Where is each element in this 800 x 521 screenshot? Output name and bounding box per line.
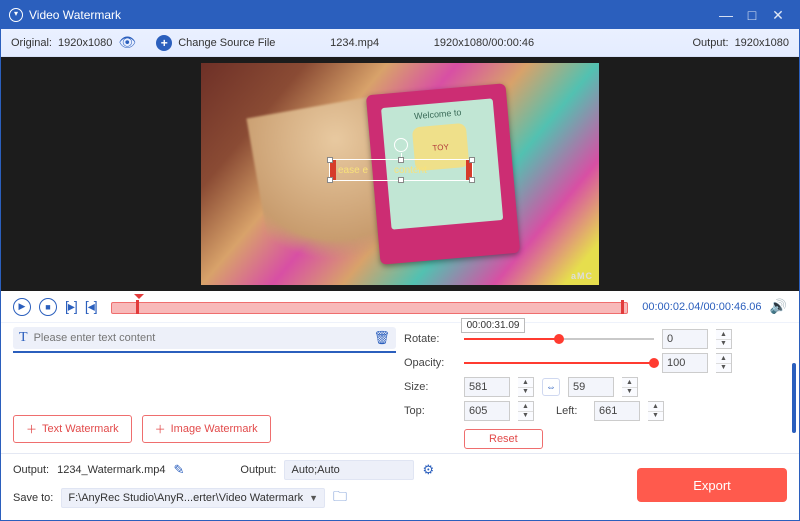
stop-button[interactable]: ■ <box>39 298 57 316</box>
save-to-label: Save to: <box>13 492 53 504</box>
chevron-down-icon: ▼ <box>309 493 318 503</box>
range-end-handle[interactable] <box>618 296 628 316</box>
left-stepper[interactable]: ▲▼ <box>648 401 664 421</box>
current-time: 00:00:02.04 <box>642 301 700 313</box>
panel-scrollbar[interactable] <box>792 363 796 433</box>
mark-out-button[interactable]: [◂] <box>85 298 97 315</box>
save-path-value: F:\AnyRec Studio\AnyR...erter\Video Wate… <box>68 492 303 504</box>
output-settings-icon[interactable]: ⚙ <box>422 462 434 478</box>
playback-controls: ▶ ■ [▸] [◂] 00:00:31.09 00:00:02.04/00:0… <box>1 291 799 323</box>
plus-icon: ＋ <box>26 421 37 437</box>
settings-panel: T 🗑 ＋Text Watermark ＋Image Watermark Rot… <box>1 323 799 453</box>
volume-icon[interactable]: 🔊 <box>770 298 787 315</box>
export-button[interactable]: Export <box>637 468 787 502</box>
rotate-handle-icon[interactable] <box>394 138 408 152</box>
text-icon: T <box>19 330 28 346</box>
delete-icon[interactable]: 🗑 <box>373 330 390 346</box>
total-time: 00:00:46.06 <box>703 301 761 313</box>
change-source-button[interactable]: + Change Source File <box>146 35 285 51</box>
size-height-stepper[interactable]: ▲▼ <box>622 377 638 397</box>
open-folder-icon[interactable]: 🗀 <box>333 486 347 510</box>
info-bar: Original: 1920x1080 👁 + Change Source Fi… <box>1 29 799 57</box>
range-start-handle[interactable] <box>133 296 143 316</box>
resize-handle[interactable] <box>327 177 333 183</box>
resize-handle[interactable] <box>398 177 404 183</box>
output-preset-select[interactable]: Auto;Auto <box>284 460 414 480</box>
watermark-overlay[interactable]: ease e content <box>329 159 473 181</box>
preview-welcome-text: Welcome to <box>414 107 462 121</box>
plus-icon: + <box>156 35 172 51</box>
source-progress: 1920x1080/00:00:46 <box>434 37 534 49</box>
plus-icon: ＋ <box>155 421 166 437</box>
resize-handle[interactable] <box>469 157 475 163</box>
watermark-text-right: content <box>394 165 427 176</box>
size-label: Size: <box>404 381 456 393</box>
timeline[interactable]: 00:00:31.09 <box>111 298 629 316</box>
size-height-value[interactable]: 59 <box>568 377 614 397</box>
resize-handle[interactable] <box>327 157 333 163</box>
bottom-bar: Output: 1234_Watermark.mp4 ✎ Output: Aut… <box>1 453 799 520</box>
output-file-label: Output: <box>13 464 49 476</box>
left-value[interactable]: 661 <box>594 401 640 421</box>
rotate-slider[interactable] <box>464 332 654 346</box>
video-preview[interactable]: Welcome to TOY aMC ease e content <box>1 57 799 291</box>
resize-handle[interactable] <box>469 177 475 183</box>
add-text-watermark-button[interactable]: ＋Text Watermark <box>13 415 132 443</box>
text-watermark-entry: T 🗑 <box>13 327 396 349</box>
edit-output-name-icon[interactable]: ✎ <box>174 462 185 478</box>
rotate-label: Rotate: <box>404 333 456 345</box>
window-close-button[interactable]: ✕ <box>765 7 791 24</box>
window-minimize-button[interactable]: — <box>713 7 739 23</box>
reset-button[interactable]: Reset <box>464 429 543 449</box>
save-path-select[interactable]: F:\AnyRec Studio\AnyR...erter\Video Wate… <box>61 488 325 508</box>
output-file-name: 1234_Watermark.mp4 <box>57 464 165 476</box>
source-filename: 1234.mp4 <box>330 37 379 49</box>
opacity-slider[interactable] <box>464 356 654 370</box>
resize-handle[interactable] <box>398 157 404 163</box>
original-size-value: 1920x1080 <box>58 37 112 49</box>
add-image-watermark-button[interactable]: ＋Image Watermark <box>142 415 271 443</box>
title-bar: Video Watermark — □ ✕ <box>1 1 799 29</box>
output-preset-value: Auto;Auto <box>291 464 339 476</box>
size-width-stepper[interactable]: ▲▼ <box>518 377 534 397</box>
aspect-lock-icon[interactable]: ⇔ <box>542 378 560 396</box>
output-preset-label: Output: <box>240 464 276 476</box>
output-size-value: 1920x1080 <box>735 37 789 49</box>
rotate-stepper[interactable]: ▲▼ <box>716 329 732 349</box>
channel-bug: aMC <box>571 271 593 281</box>
opacity-label: Opacity: <box>404 357 456 369</box>
rotate-value[interactable]: 0 <box>662 329 708 349</box>
watermark-text-left: ease e <box>338 165 368 176</box>
app-title: Video Watermark <box>29 8 121 22</box>
preview-original-icon[interactable]: 👁 <box>118 34 136 51</box>
output-size-label: Output: <box>692 37 728 49</box>
original-size-label: Original: <box>11 37 52 49</box>
input-underline <box>13 351 396 353</box>
app-logo-icon <box>9 8 23 22</box>
video-frame: Welcome to TOY aMC ease e content <box>201 63 599 285</box>
change-source-label: Change Source File <box>178 37 275 49</box>
size-width-value[interactable]: 581 <box>464 377 510 397</box>
window-maximize-button[interactable]: □ <box>739 7 765 23</box>
watermark-text-input[interactable] <box>34 332 368 344</box>
play-button[interactable]: ▶ <box>13 298 31 316</box>
opacity-stepper[interactable]: ▲▼ <box>716 353 732 373</box>
top-label: Top: <box>404 405 456 417</box>
left-label: Left: <box>556 405 586 417</box>
top-value[interactable]: 605 <box>464 401 510 421</box>
opacity-value[interactable]: 100 <box>662 353 708 373</box>
top-stepper[interactable]: ▲▼ <box>518 401 534 421</box>
mark-in-button[interactable]: [▸] <box>65 298 77 315</box>
